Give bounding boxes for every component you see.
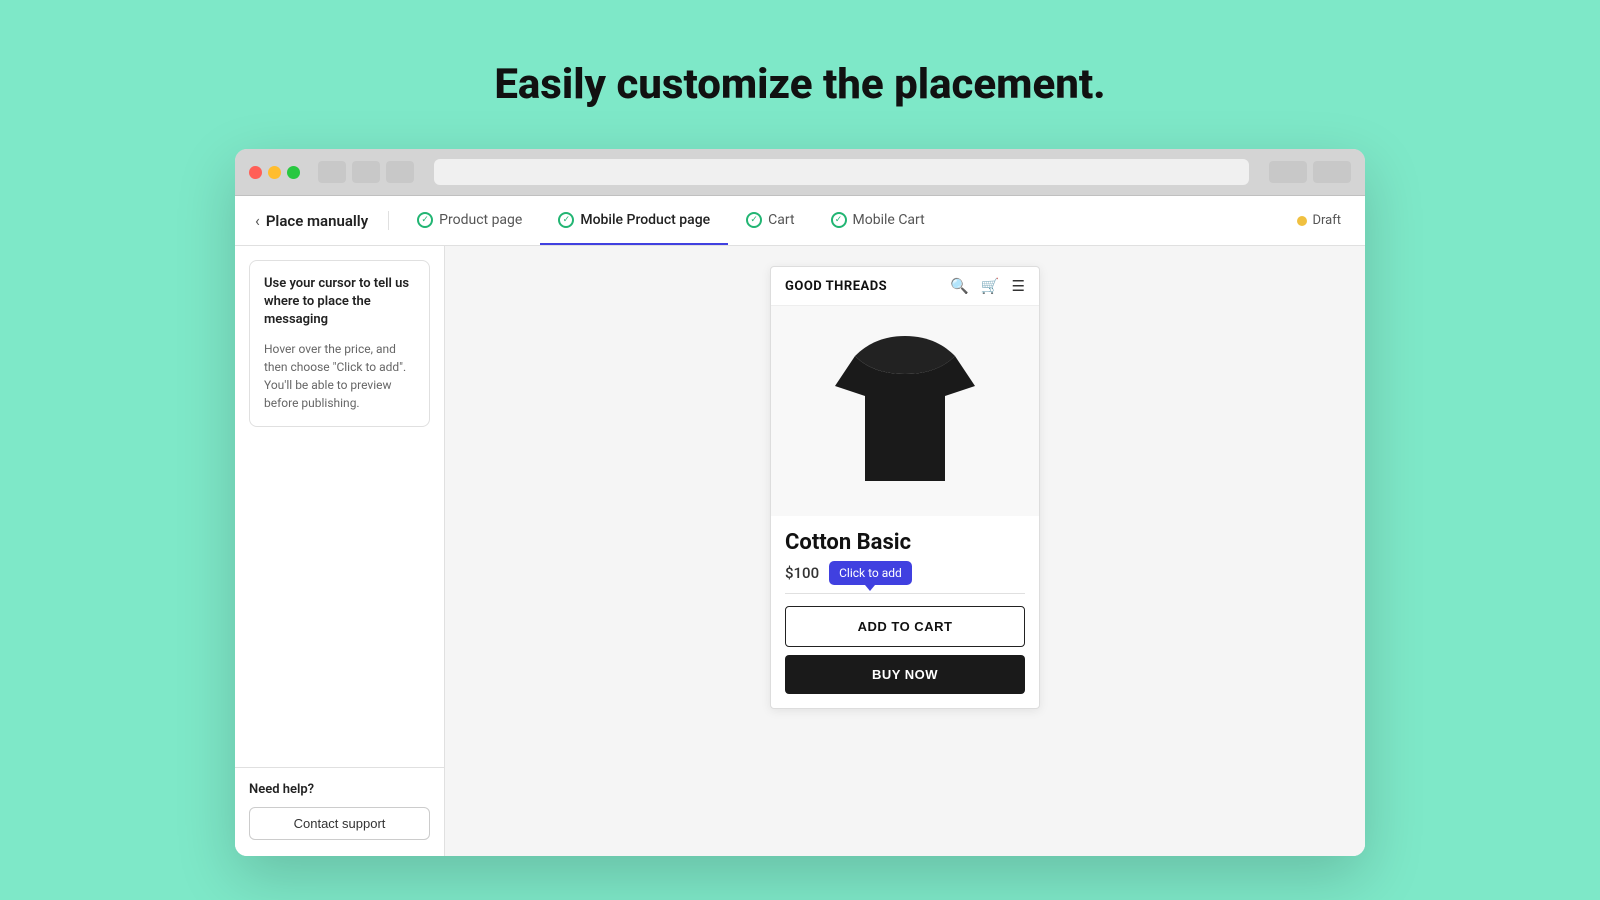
sidebar-help-label: Need help?	[249, 782, 430, 797]
store-name: GOOD THREADS	[785, 279, 887, 294]
tab-cart-label: Cart	[768, 212, 794, 228]
browser-right-buttons	[1269, 161, 1351, 183]
tab-product-page[interactable]: ✓ Product page	[399, 196, 540, 245]
traffic-light-green[interactable]	[287, 166, 300, 179]
traffic-light-red[interactable]	[249, 166, 262, 179]
browser-back-button[interactable]	[318, 161, 346, 183]
browser-extensions-button[interactable]	[1269, 161, 1307, 183]
back-button[interactable]: ‹ Place manually	[255, 211, 389, 230]
tab-product-page-label: Product page	[439, 212, 522, 228]
tab-check-icon-mobile-cart: ✓	[831, 212, 847, 228]
tab-mobile-product-page[interactable]: ✓ Mobile Product page	[540, 196, 728, 245]
browser-forward-button[interactable]	[352, 161, 380, 183]
app-content: ‹ Place manually ✓ Product page ✓ Mobile…	[235, 196, 1365, 856]
menu-icon[interactable]: ☰	[1012, 277, 1025, 295]
main-area: Use your cursor to tell us where to plac…	[235, 246, 1365, 856]
add-to-cart-button[interactable]: ADD TO CART	[785, 606, 1025, 647]
traffic-light-yellow[interactable]	[268, 166, 281, 179]
sidebar-spacer	[235, 437, 444, 767]
tab-cart[interactable]: ✓ Cart	[728, 196, 812, 245]
tab-check-icon-mobile: ✓	[558, 212, 574, 228]
tab-mobile-cart-label: Mobile Cart	[853, 212, 925, 228]
buy-now-button[interactable]: BUY NOW	[785, 655, 1025, 694]
contact-support-button[interactable]: Contact support	[249, 807, 430, 840]
product-info: Cotton Basic $100 Click to add ADD TO CA…	[771, 516, 1039, 708]
address-bar[interactable]	[434, 159, 1249, 185]
product-name: Cotton Basic	[785, 530, 1025, 555]
tabs-list: ✓ Product page ✓ Mobile Product page ✓ C…	[399, 196, 943, 245]
left-sidebar: Use your cursor to tell us where to plac…	[235, 246, 445, 856]
product-image-area	[771, 306, 1039, 516]
tab-mobile-cart[interactable]: ✓ Mobile Cart	[813, 196, 943, 245]
cart-icon[interactable]: 🛒	[981, 277, 1000, 295]
sidebar-info-title: Use your cursor to tell us where to plac…	[264, 275, 415, 330]
center-preview-area: GOOD THREADS 🔍 🛒 ☰	[445, 246, 1365, 856]
separator-line	[785, 593, 1025, 594]
tab-mobile-product-page-label: Mobile Product page	[580, 212, 710, 228]
app-tabs-bar: ‹ Place manually ✓ Product page ✓ Mobile…	[235, 196, 1365, 246]
tab-check-icon-cart: ✓	[746, 212, 762, 228]
draft-label: Draft	[1312, 213, 1341, 228]
product-tshirt-image	[835, 326, 975, 496]
mobile-header-icons: 🔍 🛒 ☰	[950, 277, 1025, 295]
draft-dot-icon	[1297, 216, 1307, 226]
browser-menu-button[interactable]	[1313, 161, 1351, 183]
sidebar-info-box: Use your cursor to tell us where to plac…	[249, 260, 430, 427]
sidebar-info-desc: Hover over the price, and then choose "C…	[264, 340, 415, 412]
traffic-lights	[249, 166, 300, 179]
browser-chrome	[235, 149, 1365, 196]
click-to-add-button[interactable]: Click to add	[829, 561, 912, 585]
back-chevron-icon: ‹	[255, 211, 260, 230]
tab-check-icon: ✓	[417, 212, 433, 228]
browser-window: ‹ Place manually ✓ Product page ✓ Mobile…	[235, 149, 1365, 856]
product-price: $100	[785, 564, 819, 582]
browser-refresh-button[interactable]	[386, 161, 414, 183]
mobile-product-frame: GOOD THREADS 🔍 🛒 ☰	[770, 266, 1040, 709]
browser-nav-buttons	[318, 161, 414, 183]
place-manually-label: Place manually	[266, 212, 368, 230]
price-row: $100 Click to add	[785, 561, 1025, 585]
draft-badge: Draft	[1297, 213, 1345, 228]
page-heading: Easily customize the placement.	[494, 60, 1105, 109]
sidebar-help-section: Need help? Contact support	[235, 767, 444, 856]
mobile-store-header: GOOD THREADS 🔍 🛒 ☰	[771, 267, 1039, 306]
search-icon[interactable]: 🔍	[950, 277, 969, 295]
